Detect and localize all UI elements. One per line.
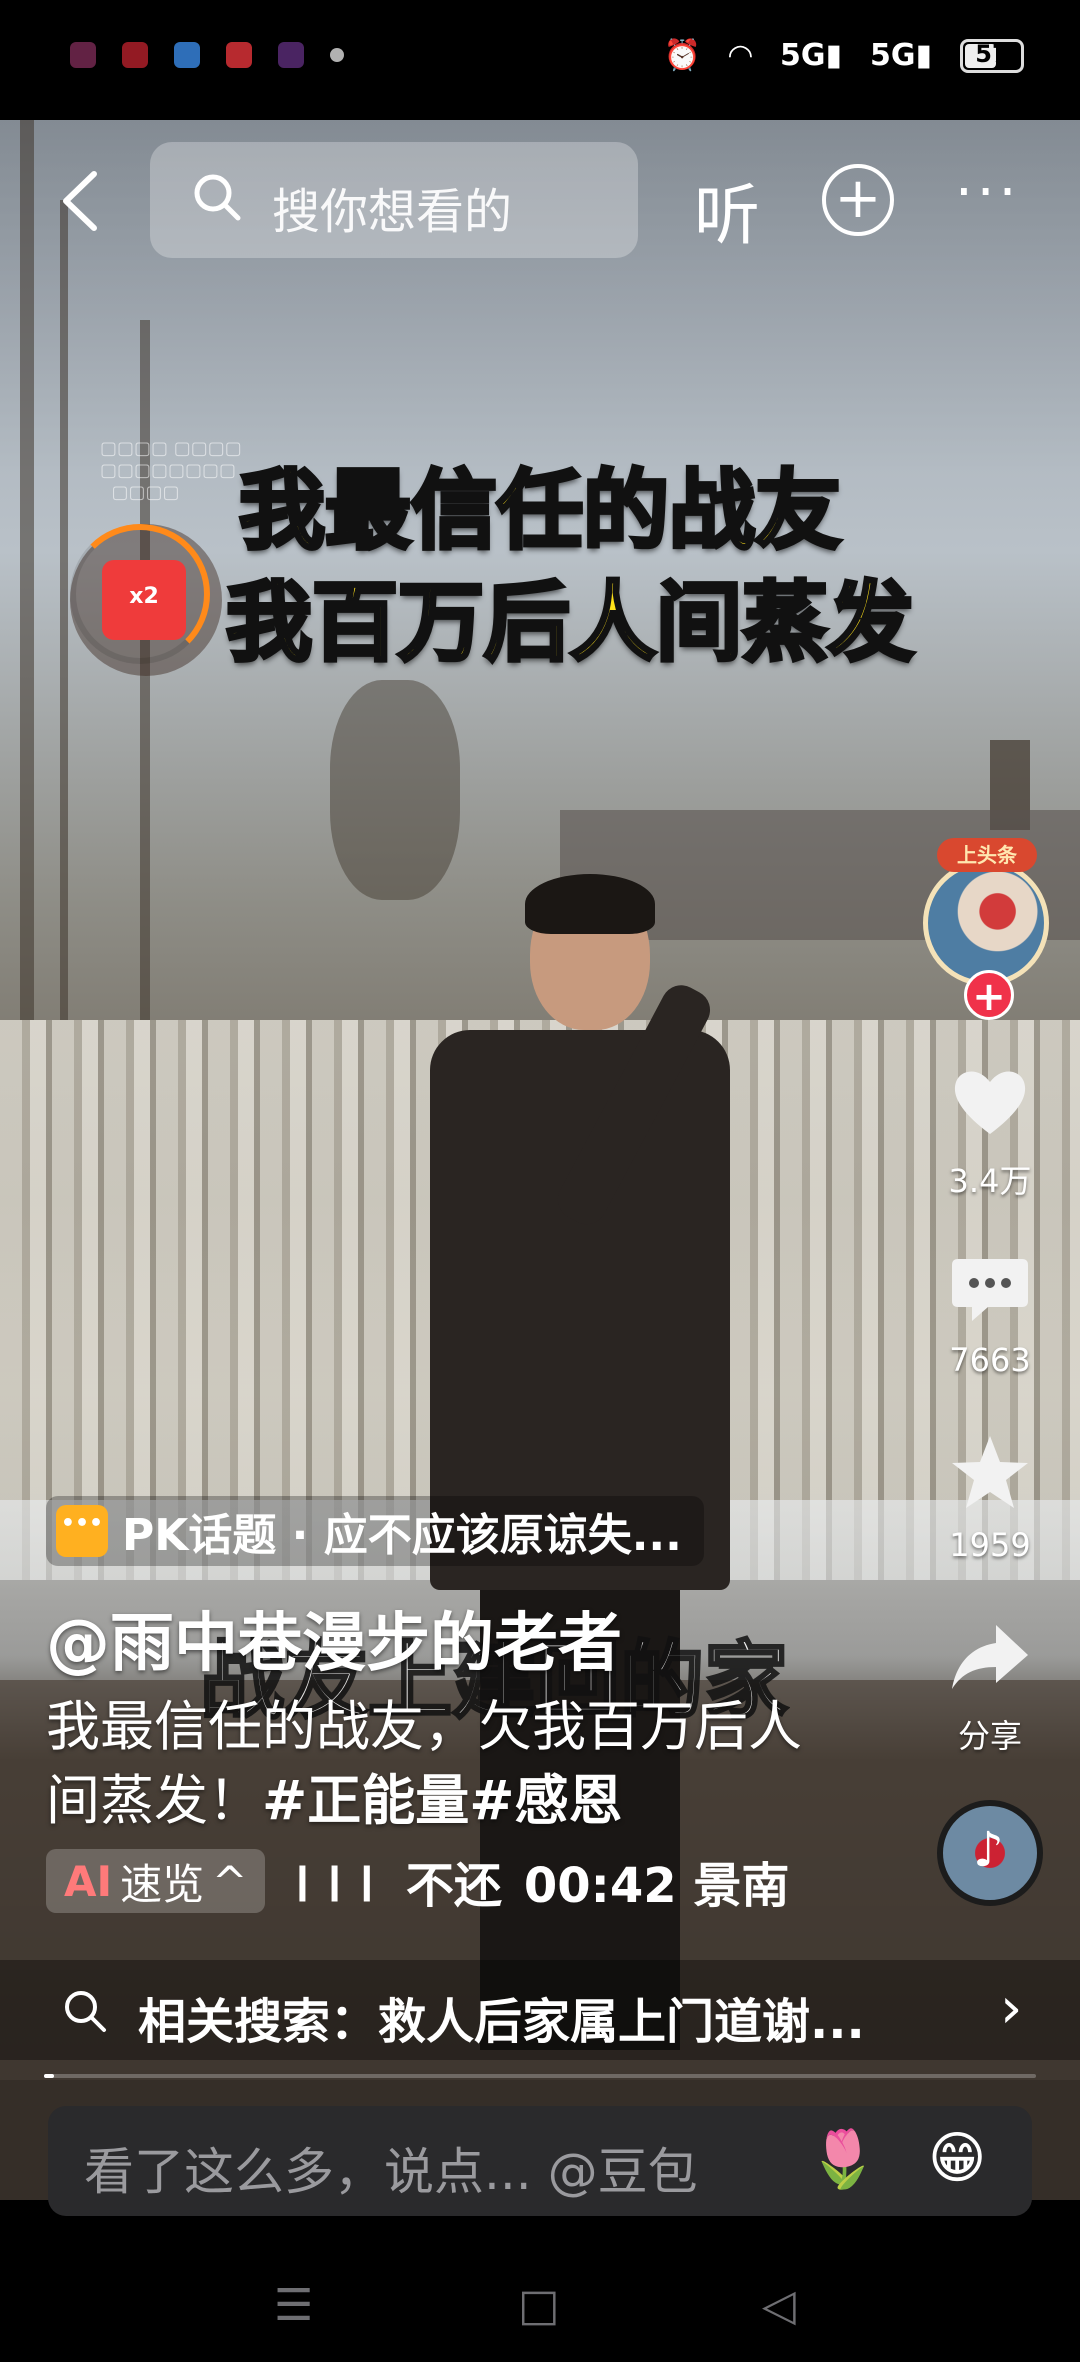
share-label: 分享	[957, 1717, 1022, 1755]
home-icon[interactable]: □	[518, 2280, 560, 2331]
comment-icon	[952, 1259, 1028, 1321]
video-meta-row: AI 速览 ^ ❙❙❙ 不还 00:42 景南	[46, 1848, 789, 1914]
notification-icons	[70, 42, 344, 68]
search-placeholder: 搜你想看的	[272, 184, 513, 240]
app-icon	[70, 42, 96, 68]
more-button[interactable]: ···	[955, 160, 1020, 225]
pk-topic-text: PK话题 · 应不应该原谅失...	[122, 1510, 682, 1561]
share-arrow-icon	[952, 1625, 1028, 1689]
pk-topic-chip[interactable]: PK话题 · 应不应该原谅失...	[46, 1496, 704, 1566]
author-avatar[interactable]	[923, 860, 1049, 986]
hashtag[interactable]: #感恩	[469, 1769, 622, 1832]
comment-input[interactable]: 看了这么多，说点... @豆包 🌷 😁	[48, 2106, 1032, 2216]
chevron-up-icon: ^	[212, 1856, 248, 1906]
back-button[interactable]	[52, 164, 112, 238]
chat-bubble-icon	[56, 1505, 108, 1557]
flower-emoji-button[interactable]: 🌷	[808, 2126, 878, 2192]
search-icon	[194, 174, 241, 221]
app-icon	[122, 42, 148, 68]
signal-5g-icon: 5G▮	[869, 38, 932, 73]
author-name[interactable]: @雨中巷漫步的老者	[46, 1592, 622, 1684]
system-nav-bar: ☰ □ ◁	[0, 2250, 1080, 2362]
app-icon	[226, 42, 252, 68]
audio-bars-icon: ❙❙❙	[287, 1860, 384, 1902]
wifi-icon: ◠	[728, 38, 752, 73]
follow-button[interactable]: +	[964, 970, 1014, 1020]
chevron-left-icon	[63, 171, 97, 231]
signal-5g-icon: 5G▮	[779, 38, 842, 73]
plus-icon: +	[834, 166, 882, 231]
related-search-text: 相关搜索：救人后家属上门道谢...	[138, 1994, 865, 2050]
ai-summary-label: 速览	[120, 1859, 205, 1909]
search-icon	[65, 1991, 106, 2032]
favorite-count: 1959	[949, 1526, 1031, 1564]
red-packet-widget[interactable]: x2	[70, 524, 222, 676]
app-icon	[174, 42, 200, 68]
app-icon	[278, 42, 304, 68]
listen-button[interactable]: 听	[694, 162, 760, 258]
comment-placeholder: 看了这么多，说点... @豆包	[84, 2143, 698, 2201]
chevron-right-icon: ›	[1000, 1976, 1023, 2041]
status-bar: ⏰ ◠ 5G▮ 5G▮ 57	[0, 0, 1080, 120]
video-description[interactable]: 我最信任的战友，欠我百万后人间蒸发！#正能量#感恩	[46, 1690, 826, 1838]
meta-text: 不还	[405, 1858, 502, 1914]
share-button[interactable]: 分享	[915, 1615, 1065, 1757]
comment-button[interactable]: 7663	[915, 1245, 1065, 1379]
red-packet-multiplier: x2	[129, 584, 159, 609]
back-icon[interactable]: ◁	[762, 2280, 796, 2331]
menu-icon[interactable]: ☰	[274, 2280, 313, 2331]
comment-count: 7663	[949, 1341, 1031, 1379]
related-search-bar[interactable]: 相关搜索：救人后家属上门道谢... ›	[0, 1960, 1080, 2060]
emoji-button[interactable]: 😁	[928, 2126, 986, 2191]
avatar-badge: 上头条	[937, 838, 1037, 872]
add-button[interactable]: +	[822, 164, 894, 236]
like-button[interactable]: 3.4万	[915, 1060, 1065, 1202]
progress-fill	[44, 2074, 54, 2078]
heart-icon	[954, 1071, 1026, 1134]
bush	[330, 680, 460, 900]
battery-level: 57	[975, 39, 1009, 68]
time-location: 00:42 景南	[523, 1858, 790, 1914]
ai-label: AI	[64, 1856, 113, 1906]
hashtag[interactable]: #正能量	[262, 1769, 469, 1832]
music-disc[interactable]: ♪	[937, 1800, 1043, 1906]
more-notifications-icon	[330, 48, 344, 62]
favorite-button[interactable]: 1959	[915, 1430, 1065, 1564]
star-icon	[952, 1436, 1028, 1508]
alarm-icon: ⏰	[663, 38, 701, 73]
like-count: 3.4万	[948, 1162, 1032, 1200]
top-nav: 搜你想看的 听 + ···	[0, 140, 1080, 260]
search-bar[interactable]: 搜你想看的	[150, 142, 638, 258]
battery-icon: 57	[960, 38, 1024, 73]
music-note-icon: ♪	[973, 1822, 1004, 1878]
ai-summary-button[interactable]: AI 速览 ^	[46, 1849, 266, 1913]
video-progress-bar[interactable]	[44, 2074, 1036, 2078]
